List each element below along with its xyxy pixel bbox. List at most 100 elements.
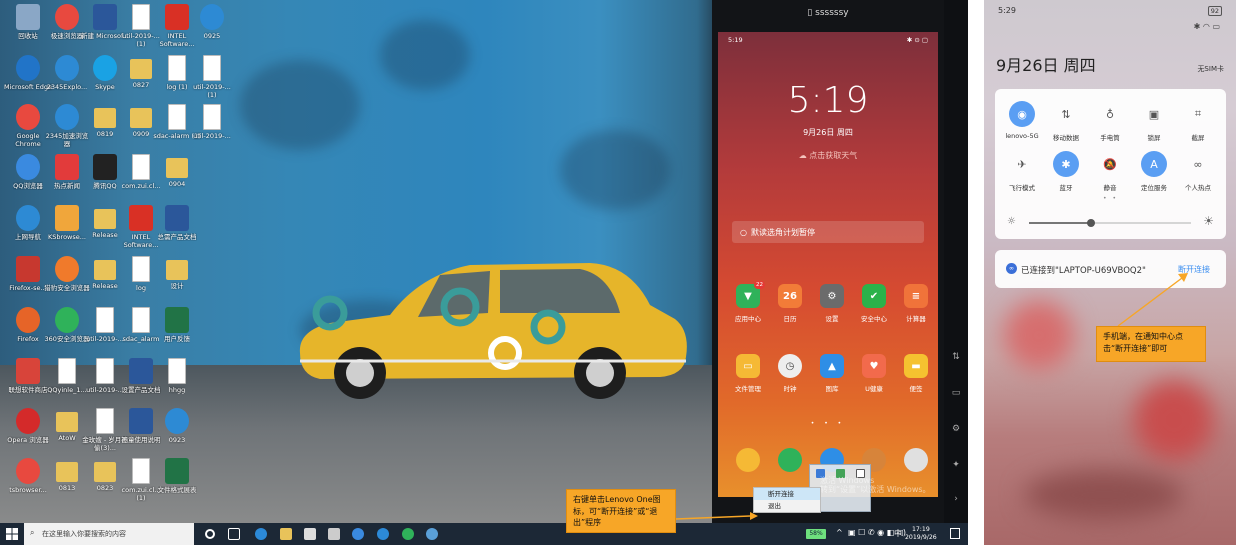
folder-icon — [166, 158, 188, 178]
mail-icon[interactable] — [328, 528, 340, 540]
edge-icon[interactable] — [255, 528, 267, 540]
quick-settings-panel: ◉ lenovo-5G ⇅ 移动数据 ♁ 手电筒 ▣ 锁屏 ⌗ 截屏 ✈ 飞行模式 ✱ 蓝牙 🔕 静音 A 定位服… — [995, 89, 1226, 239]
app-icon: ▬ — [904, 354, 928, 378]
mirror-status-time: 5:19 — [728, 36, 743, 44]
hot-icon — [55, 154, 79, 180]
folder-icon — [130, 59, 152, 79]
file-icon — [132, 307, 150, 333]
quick-tile[interactable]: ⌗ 截屏 — [1176, 101, 1220, 142]
mirror-app[interactable]: ✔ 安全中心 — [854, 284, 894, 328]
lenovo-one-icon[interactable] — [352, 528, 364, 540]
dock-app-icon[interactable] — [778, 448, 802, 472]
windows-start-icon[interactable] — [6, 528, 18, 540]
brightness-slider[interactable] — [1029, 219, 1191, 227]
browser-icon[interactable] — [426, 528, 438, 540]
desktop-icon-label: hhgg — [168, 386, 186, 394]
phone-status-icons: ✱ ◠ ▭ — [1193, 22, 1220, 31]
quick-tile[interactable]: 🔕 静音 — [1088, 151, 1132, 193]
desktop-icon-label: 0827 — [132, 81, 150, 89]
app-label: U健康 — [865, 385, 883, 393]
transfer-icon[interactable]: ⇅ — [950, 352, 962, 364]
desktop-icon[interactable]: util-2019-... — [188, 104, 236, 160]
desktop-icon[interactable]: 总需产品文档 — [153, 205, 201, 261]
dock-app-icon[interactable] — [736, 448, 760, 472]
wall-stain — [380, 20, 470, 90]
chevron-right-icon[interactable]: › — [950, 494, 962, 506]
mirror-phone-screen[interactable]: 5:19 ✱ ⊙ ▢ 5:19 9月26日 周四 ☁ 点击获取天气 ○ 默读选角… — [718, 32, 938, 497]
notification-icon[interactable] — [950, 528, 960, 539]
menu-item-disconnect[interactable]: 断开连接 — [754, 488, 820, 500]
desktop-icon[interactable]: 文件格式展表 — [153, 458, 201, 514]
taskbar-clock[interactable]: 17:19 2019/9/26 — [905, 526, 937, 542]
browser-360-icon[interactable] — [402, 528, 414, 540]
file-icon — [203, 55, 221, 81]
ie-icon — [165, 408, 189, 434]
mirror-app[interactable]: ♥ U健康 — [854, 354, 894, 398]
desktop-icon[interactable]: 0925 — [188, 4, 236, 60]
ie-icon[interactable] — [377, 528, 389, 540]
folder-icon — [130, 108, 152, 128]
quick-tile[interactable]: A 定位服务 — [1132, 151, 1176, 192]
mirror-app[interactable]: ▲ 图库 — [812, 354, 852, 398]
cortana-icon[interactable] — [205, 529, 215, 539]
quick-tile[interactable]: ✱ 蓝牙 — [1044, 151, 1088, 192]
app-icon: ⚙ — [820, 284, 844, 308]
desktop-icon-label: 回收站 — [18, 32, 38, 40]
app-icon: ◷ — [778, 354, 802, 378]
desktop-icon-label: 联想软件商店 — [8, 386, 48, 394]
mirror-app[interactable]: ≡ 计算器 — [896, 284, 936, 328]
mirror-app[interactable]: ▭ 文件管理 — [728, 354, 768, 398]
ime-indicator[interactable]: 中 — [894, 528, 902, 539]
desktop-icon-label: 总需产品文档 — [157, 233, 197, 241]
chevron-up-icon[interactable]: ^ — [836, 528, 843, 537]
mirror-app[interactable]: ▬ 便签 — [896, 354, 936, 398]
mirror-weather[interactable]: ☁ 点击获取天气 — [718, 150, 938, 161]
desktop-icon-label: Firefox — [17, 335, 39, 343]
pin-icon[interactable]: ✦ — [950, 460, 962, 472]
bg-blob — [1024, 470, 1184, 520]
mirror-app[interactable]: ◷ 时钟 — [770, 354, 810, 398]
taskbar-search-input[interactable]: ⌕ 在这里输入你要搜索的内容 — [24, 523, 194, 545]
quick-tile[interactable]: ⇅ 移动数据 — [1044, 101, 1088, 143]
quick-tile[interactable]: ✈ 飞行模式 — [1000, 151, 1044, 193]
brightness-slider-thumb[interactable] — [1086, 219, 1095, 227]
mirror-app[interactable]: ▼ 22 应用中心 — [728, 281, 768, 328]
quick-tile-icon: A — [1141, 151, 1167, 177]
desktop-icon[interactable]: util-2019-... (1) — [188, 55, 236, 111]
quick-tile-label: 飞行模式 — [1009, 184, 1035, 192]
dock-app-icon[interactable] — [904, 448, 928, 472]
desktop-icon-label: Release — [92, 282, 118, 290]
task-view-icon[interactable] — [228, 528, 240, 540]
file-explorer-icon[interactable] — [280, 528, 292, 540]
folder-icon — [94, 462, 116, 482]
app-label: 文件管理 — [735, 385, 761, 393]
lenovo-one-context-menu: 断开连接 退出 — [753, 487, 821, 513]
desktop-icon[interactable]: 0923 — [153, 408, 201, 464]
quick-tile[interactable]: ◉ lenovo-5G — [1000, 101, 1044, 140]
desktop-icon[interactable]: 设计 — [153, 256, 201, 312]
desktop-icon[interactable]: hhgg — [153, 358, 201, 414]
quick-tile[interactable]: ▣ 锁屏 — [1132, 101, 1176, 143]
quick-tile[interactable]: ∞ 个人热点 — [1176, 151, 1220, 193]
ie2345-icon — [55, 104, 79, 130]
chrome-icon — [16, 458, 40, 484]
mirror-app[interactable]: ⚙ 设置 — [812, 284, 852, 328]
store-icon[interactable] — [304, 528, 316, 540]
desktop-icon[interactable]: 用户反馈 — [153, 307, 201, 363]
phone-callout: 手机端，在通知中心点击“断开连接”即可 — [1096, 326, 1206, 362]
quick-tile[interactable]: ♁ 手电筒 — [1088, 101, 1132, 143]
app-label: 计算器 — [906, 315, 926, 323]
desktop-icon-label: AtoW — [58, 434, 76, 442]
battery-indicator[interactable]: 58% — [806, 529, 826, 539]
file-icon — [96, 358, 114, 384]
mirror-app[interactable]: 26 日历 — [770, 284, 810, 328]
gear-icon[interactable]: ⚙ — [950, 424, 962, 436]
app-icon: ♥ — [862, 354, 886, 378]
yellow-car-wallpaper — [299, 263, 687, 399]
lenovo-one-mirror-window[interactable]: ▯ ssssssy 5:19 ✱ ⊙ ▢ 5:19 9月26日 周四 ☁ 点击获… — [712, 0, 944, 523]
mirror-search-bar[interactable]: ○ 默读选角计划暂停 — [732, 221, 924, 243]
desktop-icon[interactable]: 0904 — [153, 154, 201, 210]
store-icon — [16, 358, 40, 384]
message-icon[interactable]: ▭ — [950, 388, 962, 400]
menu-item-exit[interactable]: 退出 — [754, 500, 820, 512]
